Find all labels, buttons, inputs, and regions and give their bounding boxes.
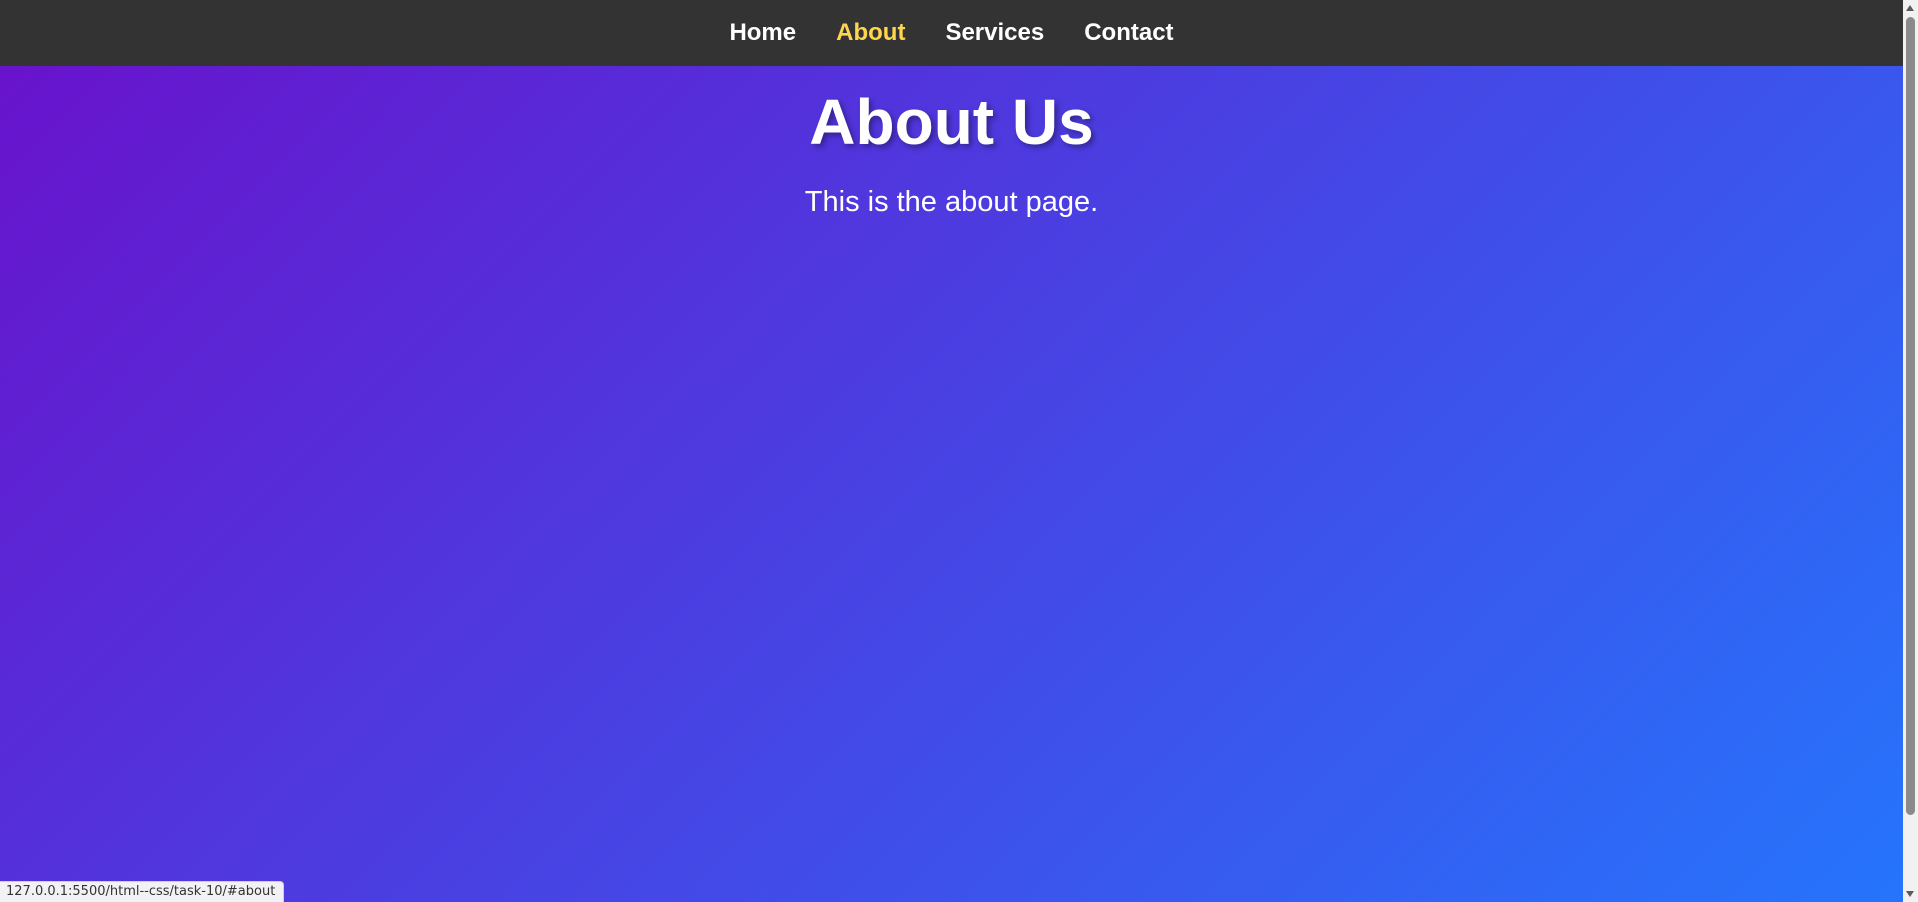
scrollbar-thumb[interactable] [1906,17,1915,815]
scroll-up-arrow-icon[interactable] [1906,5,1914,11]
page-description: This is the about page. [804,185,1099,218]
status-bar-url: 127.0.0.1:5500/html--css/task-10/#about [0,881,285,902]
nav-link-home[interactable]: Home [729,0,796,66]
navbar: Home About Services Contact [0,0,1903,66]
vertical-scrollbar[interactable] [1903,0,1918,902]
nav-link-contact[interactable]: Contact [1084,0,1173,66]
scroll-down-arrow-icon[interactable] [1906,891,1914,897]
page-title: About Us [809,86,1094,158]
about-section: About Us This is the about page. [0,66,1903,219]
nav-link-services[interactable]: Services [945,0,1044,66]
nav-link-about[interactable]: About [836,0,905,66]
